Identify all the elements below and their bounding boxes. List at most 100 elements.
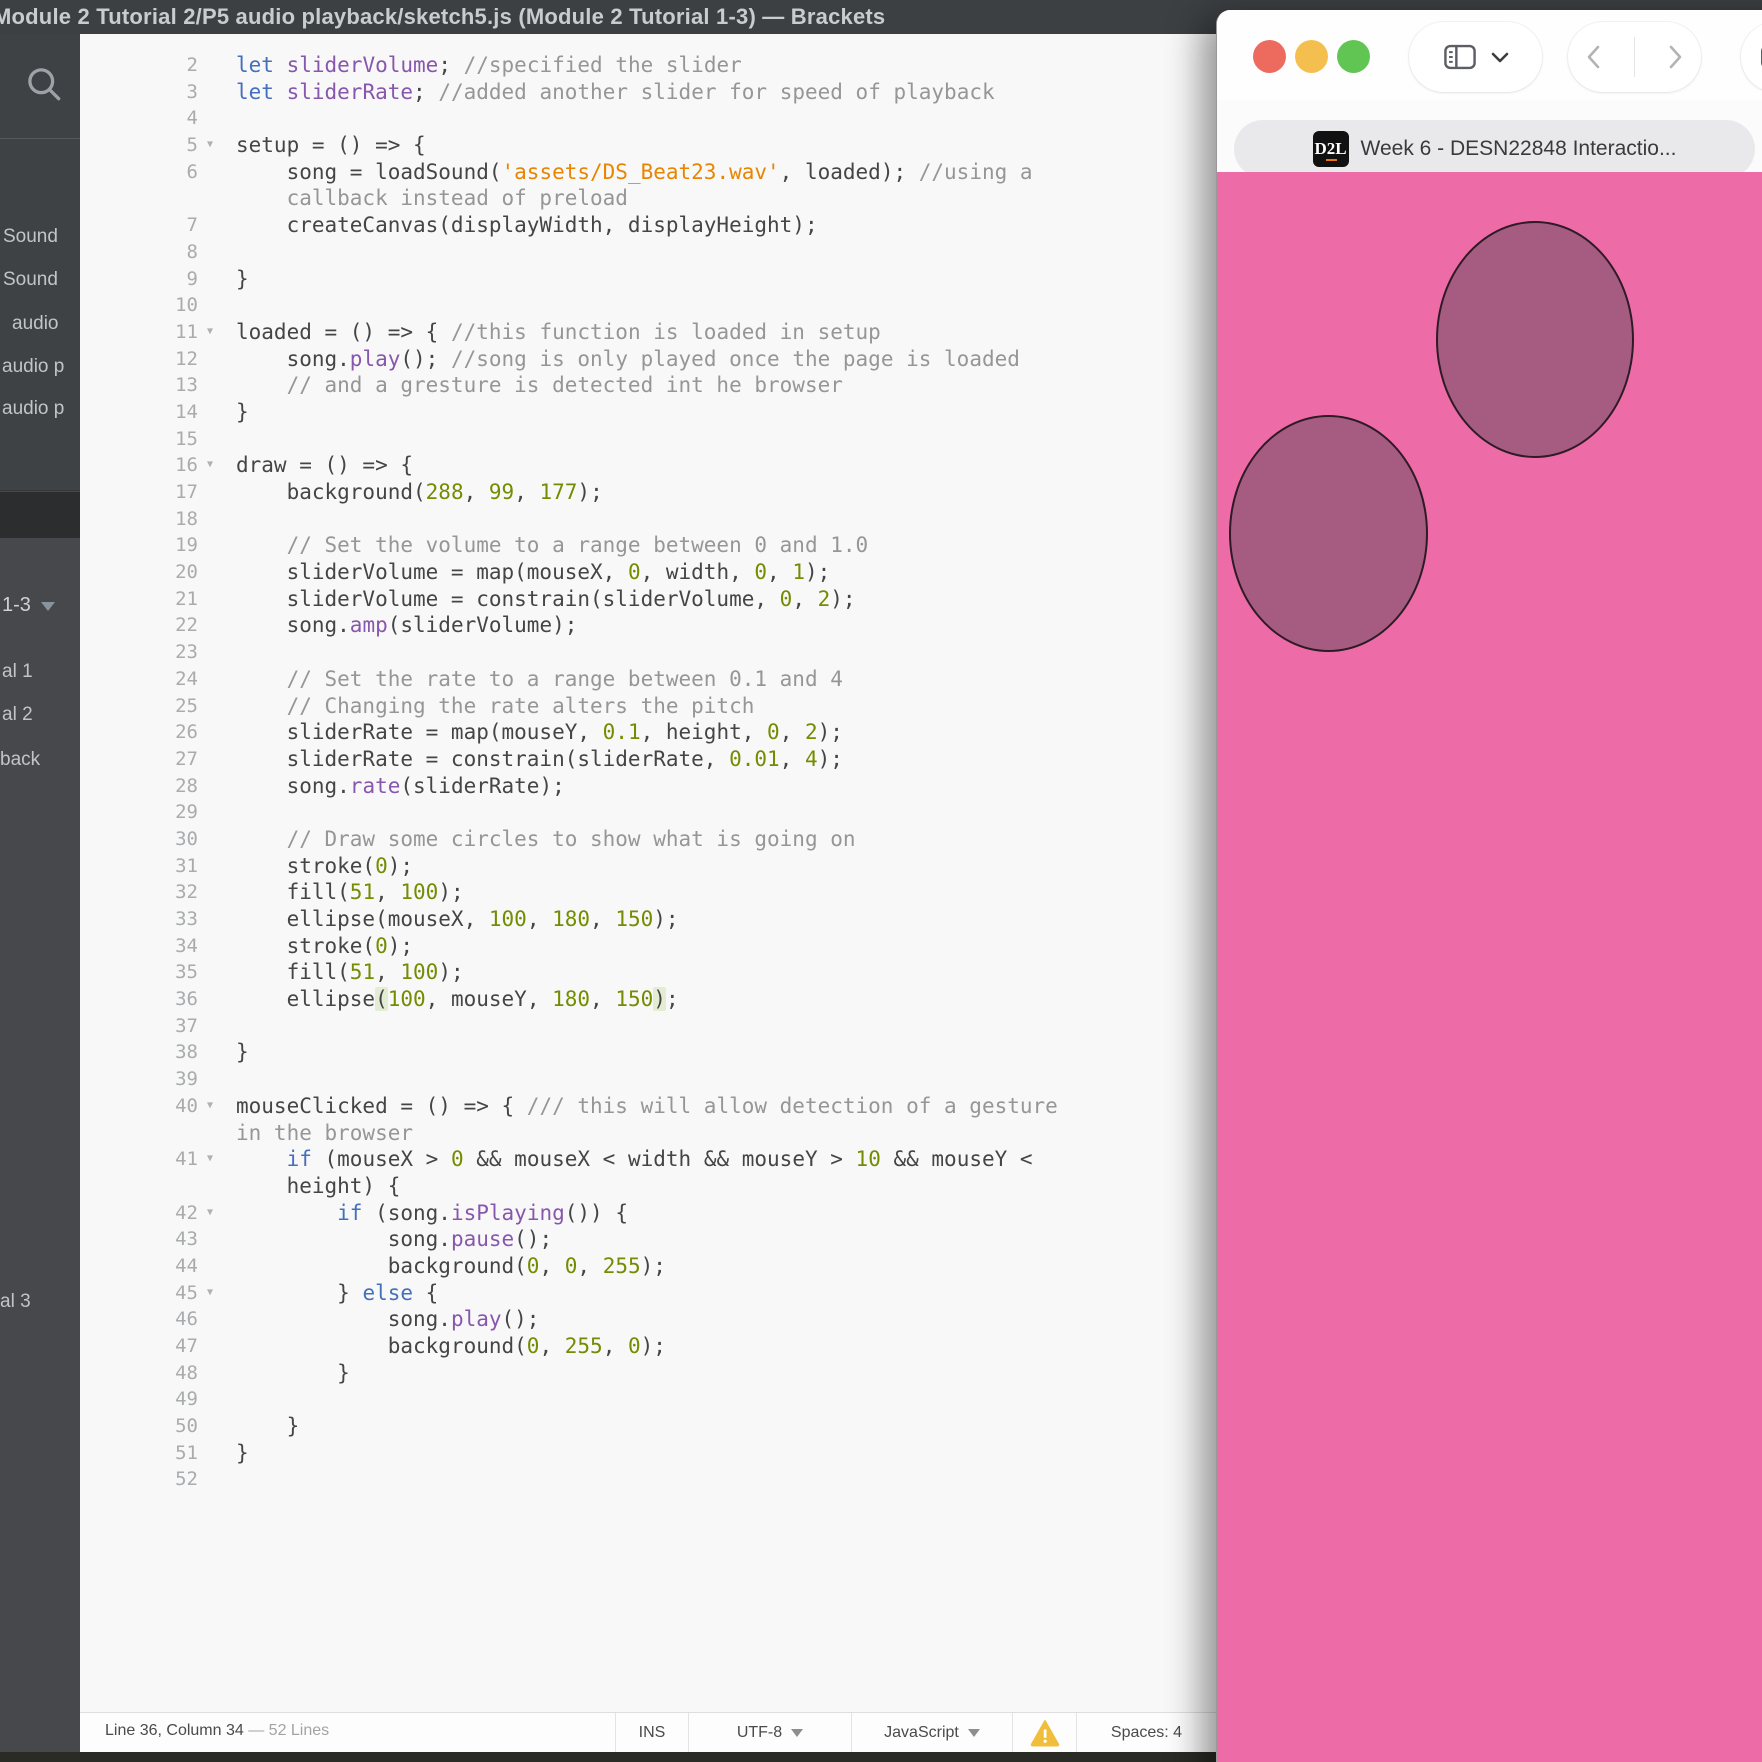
fold-arrow-icon[interactable]: ▼: [198, 132, 236, 159]
fold-arrow-icon[interactable]: ▼: [198, 1280, 236, 1307]
fold-gutter: [198, 586, 236, 613]
line-number: 3: [80, 79, 198, 106]
insert-mode-indicator[interactable]: INS: [615, 1713, 688, 1753]
code-text: background(288, 99, 177);: [236, 479, 603, 506]
token: 0: [628, 560, 641, 584]
chevron-down-icon: [1491, 51, 1509, 63]
token: 0: [754, 560, 767, 584]
token: (sliderRate);: [400, 774, 564, 798]
page-settings-button[interactable]: [1741, 22, 1762, 92]
fold-arrow-icon[interactable]: ▼: [198, 1093, 236, 1120]
token: mouseClicked = () => {: [236, 1094, 527, 1118]
fold-gutter: [198, 1039, 236, 1066]
token: ,: [464, 480, 489, 504]
line-number: 47: [80, 1333, 198, 1360]
cursor-position: Line 36, Column 34 — 52 Lines: [105, 1722, 329, 1740]
fold-arrow-icon[interactable]: ▼: [198, 1200, 236, 1227]
token: song.: [236, 613, 350, 637]
line-number: 21: [80, 586, 198, 613]
line-number: 9: [80, 266, 198, 293]
project-sidebar: Sound Sound audio audio p audio p 1-3 al 1 al…: [0, 34, 80, 1762]
fold-gutter: [198, 826, 236, 853]
fold-gutter: [198, 479, 236, 506]
token: (sliderVolume);: [388, 613, 578, 637]
search-icon[interactable]: [22, 62, 66, 106]
tree-item[interactable]: al 3: [0, 1291, 31, 1313]
line-number: 52: [80, 1466, 198, 1493]
code-text: fill(51, 100);: [236, 959, 464, 986]
token: setup = () => {: [236, 133, 426, 157]
code-text: setup = () => {: [236, 132, 426, 159]
active-tab[interactable]: D2L Week 6 - DESN22848 Interactio...: [1234, 120, 1755, 178]
line-number: 26: [80, 719, 198, 746]
code-text: sliderRate = constrain(sliderRate, 0.01,…: [236, 746, 843, 773]
token: ,: [780, 747, 805, 771]
fold-gutter: [198, 666, 236, 693]
working-file-item[interactable]: Sound: [3, 226, 58, 248]
token: song.: [236, 774, 350, 798]
code-text: song.play();: [236, 1306, 539, 1333]
tree-item[interactable]: back: [0, 749, 40, 771]
token: // Set the rate to a range between 0.1 a…: [236, 667, 843, 691]
token: let: [236, 80, 274, 104]
p5-canvas[interactable]: [1217, 172, 1762, 1762]
token: stroke(: [236, 854, 375, 878]
token: 180: [552, 907, 590, 931]
code-text: }: [236, 266, 249, 293]
ins-label: INS: [639, 1724, 666, 1742]
token: // Changing the rate alters the pitch: [236, 694, 754, 718]
fold-gutter: [198, 1413, 236, 1440]
code-text: } else {: [236, 1280, 438, 1307]
code-text: // Changing the rate alters the pitch: [236, 693, 754, 720]
line-number: 11: [80, 319, 198, 346]
browser-toolbar: [1217, 10, 1762, 100]
working-file-item[interactable]: audio: [12, 313, 59, 335]
fold-arrow-icon[interactable]: ▼: [198, 319, 236, 346]
encoding-selector[interactable]: UTF-8: [688, 1713, 851, 1753]
close-button[interactable]: [1253, 40, 1286, 73]
token: );: [641, 1254, 666, 1278]
token: , loaded);: [780, 160, 919, 184]
fold-arrow-icon[interactable]: ▼: [198, 1146, 236, 1173]
tree-item[interactable]: al 1: [2, 661, 33, 683]
tree-item[interactable]: al 2: [2, 704, 33, 726]
line-number: 36: [80, 986, 198, 1013]
code-text: song.pause();: [236, 1226, 552, 1253]
language-selector[interactable]: JavaScript: [851, 1713, 1012, 1753]
fold-arrow-icon[interactable]: ▼: [198, 452, 236, 479]
token: ;: [438, 53, 463, 77]
project-dropdown[interactable]: 1-3: [2, 594, 55, 617]
sidebar-icon: [1443, 42, 1477, 72]
token: {: [413, 1281, 438, 1305]
code-text: mouseClicked = () => { /// this will all…: [236, 1093, 1058, 1120]
line-number: 44: [80, 1253, 198, 1280]
token: loaded = () => {: [236, 320, 451, 344]
token: //using a: [919, 160, 1033, 184]
line-number: [80, 1120, 198, 1147]
minimize-button[interactable]: [1295, 40, 1328, 73]
forward-icon[interactable]: [1668, 44, 1684, 70]
back-icon[interactable]: [1585, 44, 1601, 70]
token: ,: [375, 960, 400, 984]
token: );: [641, 1334, 666, 1358]
selected-file-row[interactable]: [0, 492, 80, 538]
sidebar-toggle-button[interactable]: [1409, 22, 1542, 92]
lint-warning-button[interactable]: [1012, 1713, 1076, 1753]
code-text: }: [236, 399, 249, 426]
token: isPlaying: [451, 1201, 565, 1225]
working-file-item[interactable]: audio p: [2, 398, 64, 420]
token: let: [236, 53, 274, 77]
token: 0: [527, 1334, 540, 1358]
working-file-item[interactable]: Sound: [3, 269, 58, 291]
zoom-button[interactable]: [1337, 40, 1370, 73]
token: );: [830, 587, 855, 611]
token: }: [236, 1040, 249, 1064]
working-file-item[interactable]: audio p: [2, 356, 64, 378]
indent-settings[interactable]: Spaces: 4: [1076, 1713, 1216, 1753]
token: //specified the slider: [464, 53, 742, 77]
fold-gutter: [198, 559, 236, 586]
token: );: [805, 560, 830, 584]
token: 0: [565, 1254, 578, 1278]
token: ;: [413, 80, 438, 104]
fold-gutter: [198, 506, 236, 533]
